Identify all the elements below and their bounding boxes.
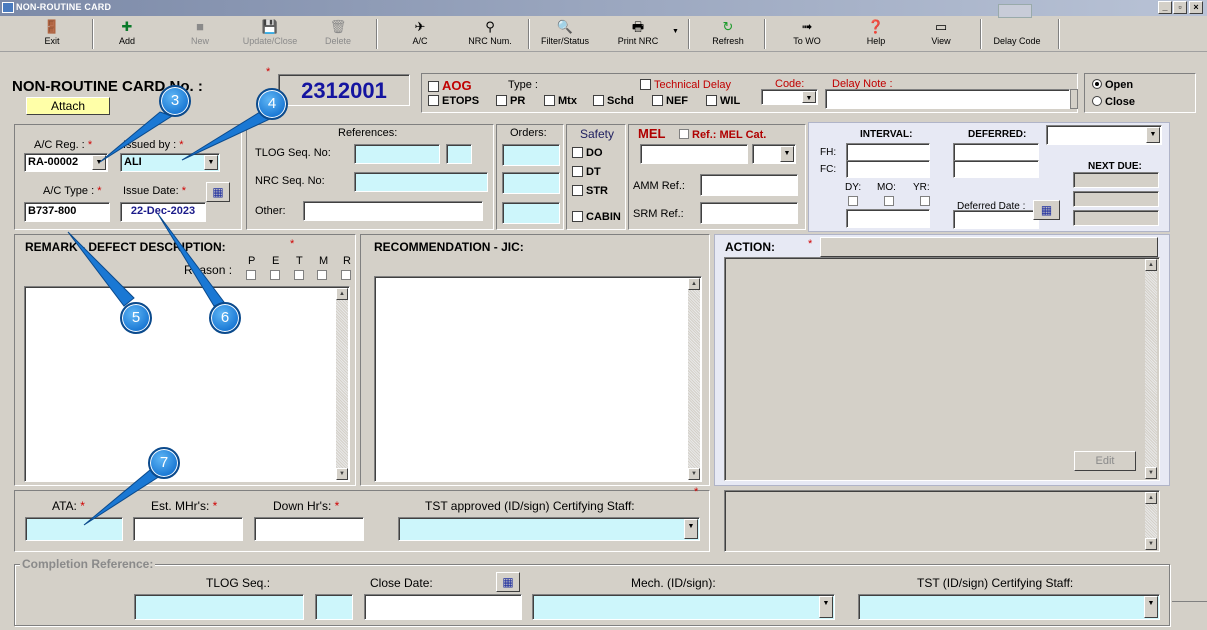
callout-7-pointer <box>83 469 161 526</box>
callout-3: 3 <box>159 85 191 117</box>
callout-6: 6 <box>209 302 241 334</box>
callout-4: 4 <box>256 88 288 120</box>
callout-3-pointer <box>99 111 174 163</box>
callout-4-pointer <box>181 111 274 161</box>
callout-5: 5 <box>120 302 152 334</box>
callout-5-pointer <box>67 231 135 307</box>
callout-6-pointer <box>157 213 225 307</box>
callout-7: 7 <box>148 447 180 479</box>
